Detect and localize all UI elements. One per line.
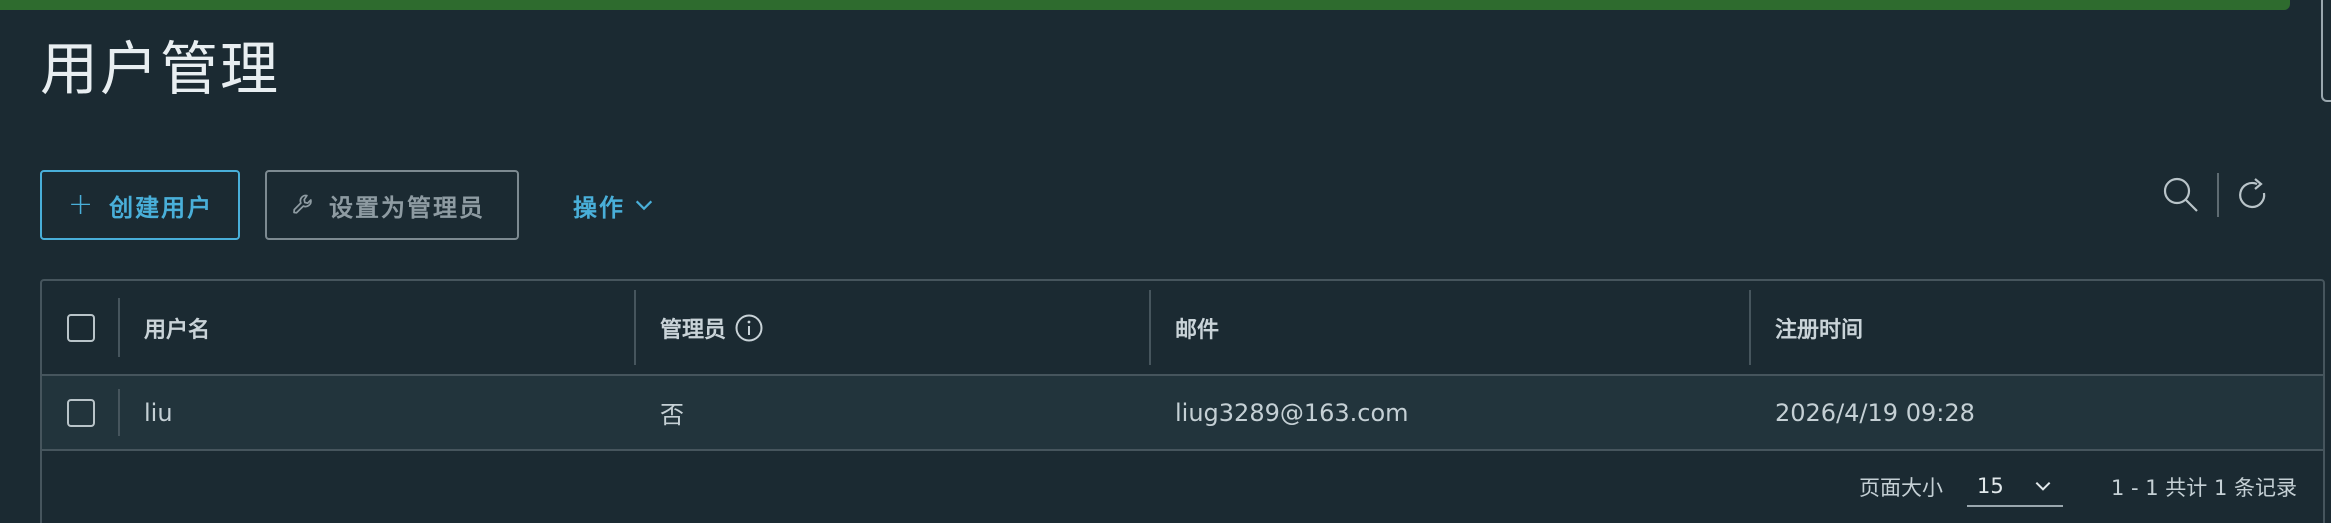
row-select-cell xyxy=(42,376,120,449)
info-icon[interactable] xyxy=(734,313,764,343)
set-admin-button[interactable]: 设置为管理员 xyxy=(265,170,519,240)
row-checkbox[interactable] xyxy=(67,398,95,427)
actions-label: 操作 xyxy=(573,193,625,222)
table-row[interactable]: liu 否 liug3289@163.com 2026/4/19 09:28 xyxy=(42,376,2323,451)
page-title: 用户管理 xyxy=(40,35,281,103)
table-footer: 页面大小 15 1 - 1 共计 1 条记录 xyxy=(1859,447,2323,523)
page-size-select[interactable]: 15 xyxy=(1966,467,2063,507)
create-user-label: 创建用户 xyxy=(109,193,214,222)
toolbar: + 创建用户 设置为管理员 操作 xyxy=(40,170,655,240)
search-icon[interactable] xyxy=(2161,175,2201,215)
cell-email: liug3289@163.com xyxy=(1175,398,1409,427)
cell-username: liu xyxy=(144,398,173,427)
plus-icon: + xyxy=(68,187,96,222)
page-size-value: 15 xyxy=(1976,474,2004,498)
set-admin-label: 设置为管理员 xyxy=(329,193,485,222)
chevron-down-icon xyxy=(2035,481,2051,491)
top-status-bar xyxy=(0,0,2290,10)
refresh-icon[interactable] xyxy=(2235,177,2271,213)
column-header-admin-label: 管理员 xyxy=(660,317,727,343)
cell-admin: 否 xyxy=(660,401,684,429)
chevron-down-icon xyxy=(635,200,653,211)
side-panel-edge xyxy=(2321,0,2331,102)
column-header-admin[interactable]: 管理员 xyxy=(636,281,1151,374)
page: 用户管理 + 创建用户 设置为管理员 操作 用户名 管理员 邮件 注册时间 li… xyxy=(0,0,2331,523)
pagination-summary: 1 - 1 共计 1 条记录 xyxy=(2110,476,2297,500)
wrench-icon xyxy=(293,194,312,214)
create-user-button[interactable]: + 创建用户 xyxy=(40,170,240,240)
toolbar-divider xyxy=(2217,173,2219,217)
actions-dropdown[interactable]: 操作 xyxy=(573,170,655,240)
column-header-username[interactable]: 用户名 xyxy=(120,281,636,374)
column-header-email[interactable]: 邮件 xyxy=(1151,281,1751,374)
table-header-row: 用户名 管理员 邮件 注册时间 xyxy=(42,281,2323,376)
table-tools xyxy=(2161,172,2271,218)
user-table: 用户名 管理员 邮件 注册时间 liu 否 liug3289@163.com 2… xyxy=(40,279,2325,523)
page-size-label: 页面大小 xyxy=(1858,476,1943,500)
select-all-checkbox[interactable] xyxy=(67,313,95,342)
column-header-registered[interactable]: 注册时间 xyxy=(1751,281,2323,374)
cell-registered: 2026/4/19 09:28 xyxy=(1775,398,1975,427)
select-all-cell xyxy=(42,281,120,374)
